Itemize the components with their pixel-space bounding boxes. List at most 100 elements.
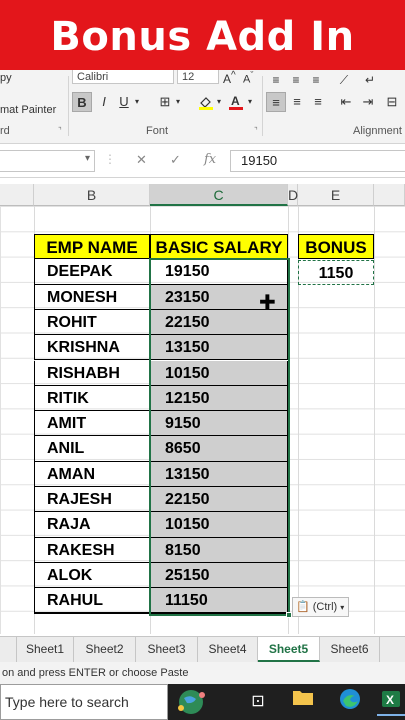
globe-widget-icon[interactable] bbox=[168, 688, 214, 716]
align-left-icon[interactable]: ≡ bbox=[266, 92, 286, 112]
bold-button[interactable]: B bbox=[72, 92, 92, 112]
tab-sheet4[interactable]: Sheet4 bbox=[198, 637, 258, 662]
borders-icon[interactable]: ⊞ bbox=[155, 92, 175, 112]
align-middle-icon[interactable]: ≡ bbox=[286, 70, 306, 90]
bonus-header[interactable]: BONUS bbox=[298, 234, 374, 260]
font-name-value: Calibri bbox=[77, 71, 109, 83]
clipboard-launcher-icon[interactable]: ⌝ bbox=[58, 126, 62, 135]
file-explorer-icon[interactable] bbox=[289, 688, 317, 716]
add-sheet-button[interactable] bbox=[380, 637, 405, 662]
emp-name-cell[interactable]: AMIT bbox=[34, 411, 150, 437]
align-bottom-icon[interactable]: ≡ bbox=[306, 70, 326, 90]
emp-name-cell[interactable]: RAJA bbox=[34, 512, 150, 538]
underline-button[interactable]: U bbox=[114, 92, 134, 112]
column-header-d[interactable]: D bbox=[288, 184, 298, 206]
fill-color-dropdown-icon[interactable]: ▾ bbox=[217, 97, 221, 106]
emp-name-cell[interactable]: RISHABH bbox=[34, 360, 150, 386]
basic-salary-cell[interactable]: 22150 bbox=[150, 487, 288, 513]
formula-input[interactable]: 19150 bbox=[230, 150, 405, 172]
status-message: on and press ENTER or choose Paste bbox=[2, 667, 189, 679]
basic-salary-cell[interactable]: 10150 bbox=[150, 512, 288, 538]
clipboard-icon: 📋 bbox=[296, 601, 310, 613]
emp-name-cell[interactable]: ROHIT bbox=[34, 309, 150, 336]
emp-name-cell[interactable]: KRISHNA bbox=[34, 335, 150, 361]
basic-salary-cell[interactable]: 13150 bbox=[150, 461, 288, 487]
copy-button[interactable]: py bbox=[0, 72, 12, 84]
font-color-icon[interactable]: A bbox=[226, 92, 246, 112]
tabs-scroll-area[interactable] bbox=[0, 637, 17, 662]
tab-sheet5[interactable]: Sheet5 bbox=[258, 637, 320, 662]
basic-salary-cell[interactable]: 13150 bbox=[150, 335, 288, 361]
bonus-value-cell[interactable]: 1150 bbox=[298, 260, 374, 286]
emp-name-header[interactable]: EMP NAME bbox=[34, 234, 150, 260]
sheet-tabs-bar: Sheet1 Sheet2 Sheet3 Sheet4 Sheet5 Sheet… bbox=[0, 636, 405, 662]
emp-name-cell[interactable]: RAKESH bbox=[34, 537, 150, 563]
paste-options-button[interactable]: 📋 (Ctrl) ▾ bbox=[292, 597, 349, 617]
name-box-dropdown-icon[interactable]: ▾ bbox=[85, 153, 90, 164]
basic-salary-cell[interactable]: 25150 bbox=[150, 562, 288, 589]
excel-app-icon[interactable]: X bbox=[377, 688, 405, 716]
column-header-f[interactable] bbox=[374, 184, 405, 206]
font-name-select[interactable]: Calibri bbox=[72, 70, 174, 84]
ribbon-divider bbox=[68, 76, 69, 136]
tab-sheet2[interactable]: Sheet2 bbox=[74, 637, 136, 662]
tab-sheet1[interactable]: Sheet1 bbox=[17, 637, 74, 662]
clipboard-group-label: rd bbox=[0, 125, 10, 137]
emp-name-cell[interactable]: DEEPAK bbox=[34, 259, 150, 285]
increase-indent-icon[interactable]: ⇥ bbox=[358, 92, 378, 112]
column-header-c[interactable]: C bbox=[150, 184, 288, 206]
basic-salary-cell[interactable]: 9150 bbox=[150, 411, 288, 437]
basic-salary-cell[interactable]: 11150 bbox=[150, 588, 288, 614]
italic-button[interactable]: I bbox=[94, 92, 114, 112]
align-top-icon[interactable]: ≡ bbox=[266, 70, 286, 90]
decrease-indent-icon[interactable]: ⇤ bbox=[336, 92, 356, 112]
font-color-dropdown-icon[interactable]: ▾ bbox=[248, 97, 252, 106]
font-size-value: 12 bbox=[182, 71, 195, 83]
basic-salary-cell[interactable]: 8150 bbox=[150, 537, 288, 563]
alignment-group-label: Alignment bbox=[353, 125, 402, 137]
tab-sheet3[interactable]: Sheet3 bbox=[136, 637, 198, 662]
taskbar-search-input[interactable]: Type here to search bbox=[0, 684, 168, 720]
table-bottom-border bbox=[34, 612, 288, 614]
align-right-icon[interactable]: ≡ bbox=[308, 92, 328, 112]
cancel-icon[interactable]: ✕ bbox=[136, 152, 147, 168]
insert-function-icon[interactable]: fx bbox=[204, 152, 216, 167]
borders-dropdown-icon[interactable]: ▾ bbox=[176, 97, 180, 106]
tab-sheet6[interactable]: Sheet6 bbox=[320, 637, 380, 662]
format-painter-button[interactable]: mat Painter bbox=[0, 104, 56, 116]
increase-font-icon[interactable]: A^ bbox=[223, 70, 236, 86]
column-header-e[interactable]: E bbox=[298, 184, 374, 206]
decrease-font-icon[interactable]: Aˇ bbox=[243, 70, 253, 86]
column-header-b[interactable]: B bbox=[34, 184, 150, 206]
formula-bar: ▾ ⋮ ✕ ✓ fx 19150 bbox=[0, 144, 405, 178]
font-launcher-icon[interactable]: ⌝ bbox=[254, 126, 258, 135]
font-size-select[interactable]: 12 bbox=[177, 70, 219, 84]
formula-bar-grip-icon: ⋮ bbox=[104, 152, 116, 166]
emp-name-cell[interactable]: ANIL bbox=[34, 436, 150, 462]
basic-salary-cell[interactable]: 12150 bbox=[150, 385, 288, 412]
emp-name-cell[interactable]: MONESH bbox=[34, 284, 150, 310]
basic-salary-cell[interactable]: 10150 bbox=[150, 360, 288, 386]
emp-name-cell[interactable]: RITIK bbox=[34, 385, 150, 412]
underline-dropdown-icon[interactable]: ▾ bbox=[135, 97, 139, 106]
basic-salary-header[interactable]: BASIC SALARY bbox=[150, 234, 288, 260]
emp-name-cell[interactable]: RAJESH bbox=[34, 487, 150, 513]
svg-text:X: X bbox=[386, 693, 394, 707]
merge-center-icon[interactable]: ⊟ bbox=[382, 92, 402, 112]
status-bar: on and press ENTER or choose Paste bbox=[0, 662, 405, 684]
orientation-icon[interactable]: ⟋ bbox=[334, 70, 354, 90]
name-box[interactable]: ▾ bbox=[0, 150, 95, 172]
emp-name-cell[interactable]: RAHUL bbox=[34, 588, 150, 614]
enter-icon[interactable]: ✓ bbox=[170, 152, 181, 168]
align-center-icon[interactable]: ≡ bbox=[287, 92, 307, 112]
emp-name-cell[interactable]: AMAN bbox=[34, 461, 150, 487]
wrap-text-icon[interactable]: ↵ bbox=[360, 70, 380, 90]
row-header-corner[interactable] bbox=[0, 184, 34, 206]
task-view-icon[interactable]: ⊡ bbox=[244, 688, 272, 716]
paste-options-dropdown-icon: ▾ bbox=[340, 603, 345, 612]
emp-name-cell[interactable]: ALOK bbox=[34, 562, 150, 589]
basic-salary-cell[interactable]: 8650 bbox=[150, 436, 288, 462]
edge-browser-icon[interactable] bbox=[336, 688, 364, 716]
fill-color-icon[interactable] bbox=[196, 92, 216, 112]
basic-salary-cell[interactable]: 19150 bbox=[150, 259, 288, 285]
